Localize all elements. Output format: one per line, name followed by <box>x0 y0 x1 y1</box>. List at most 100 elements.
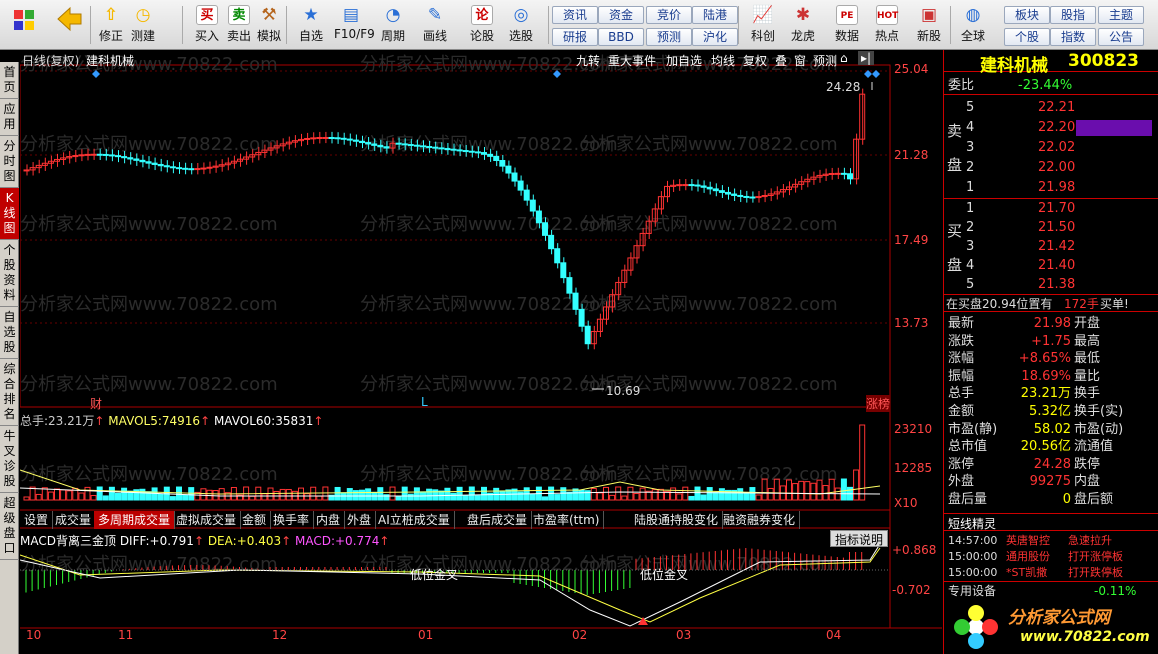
watermark-text: 分析家公式网www.70822.com <box>580 134 838 155</box>
left-tab-3[interactable]: K线图 <box>0 188 19 240</box>
chart-top-button-7[interactable]: 预测 <box>813 52 837 69</box>
bid-row[interactable]: 4 21.40 <box>944 257 1158 275</box>
hot-button[interactable]: HOT 热点 <box>870 4 904 46</box>
data-button[interactable]: PE 数据 <box>830 4 864 46</box>
toolbar-link-3[interactable]: 陆港 <box>692 6 738 24</box>
ask-row[interactable]: 4 22.20 <box>944 119 1158 137</box>
volume-bar <box>96 486 103 501</box>
chart-top-button-5[interactable]: 叠 <box>775 52 787 69</box>
indicator-tab-12[interactable]: 融资融券变化 <box>719 511 801 529</box>
volume-bar <box>609 494 616 501</box>
stat-row: 总手 23.21万 换手 <box>944 385 1158 403</box>
toolbar-link-1[interactable]: 资金 <box>598 6 644 24</box>
news-item[interactable]: 15:00:00 通用股份 打开涨停板 <box>944 549 1158 565</box>
chart-top-button-6[interactable]: 窗 <box>794 52 806 69</box>
left-tab-8[interactable]: 超级盘口 <box>0 493 19 560</box>
candle-body <box>377 144 384 148</box>
left-tab-7[interactable]: 牛叉诊股 <box>0 426 19 493</box>
marker-finance[interactable]: 财 <box>90 395 102 412</box>
news-time: 15:00:00 <box>948 566 998 579</box>
left-tab-4[interactable]: 个股资料 <box>0 240 19 307</box>
left-tab-5[interactable]: 自选股 <box>0 307 19 359</box>
toolbar-link2-0[interactable]: 板块 <box>1004 6 1050 24</box>
bid-row[interactable]: 1 21.70 <box>944 200 1158 218</box>
chart-top-button-4[interactable]: 复权 <box>743 52 767 69</box>
modify-button[interactable]: ⇧ 修正 <box>94 4 128 46</box>
indicator-tab-2[interactable]: 多周期成交量 <box>94 511 176 529</box>
period-button[interactable]: ◔ 周期 <box>376 4 410 46</box>
toolbar-link-5[interactable]: BBD <box>598 28 644 46</box>
newstock-button[interactable]: ▣ 新股 <box>912 4 946 46</box>
toolbar-link-0[interactable]: 资讯 <box>552 6 598 24</box>
dragon-button[interactable]: ✱ 龙虎 <box>786 4 820 46</box>
toolbar-link-4[interactable]: 研报 <box>552 28 598 46</box>
chart-canvas[interactable]: 分析家公式网www.70822.com 分析家公式网www.70822.com 分析… <box>20 50 942 654</box>
left-tab-2[interactable]: 分时图 <box>0 136 19 188</box>
bid-row[interactable]: 3 21.42 <box>944 238 1158 256</box>
stat-value: 23.21万 <box>1020 386 1071 402</box>
toolbar-link2-1[interactable]: 股指 <box>1050 6 1096 24</box>
indicator-tab-10[interactable]: 市盈率(ttm) <box>529 511 605 529</box>
sector-row[interactable]: 专用设备 -0.11% <box>944 581 1158 599</box>
indicator-tab-0[interactable]: 设置 <box>20 511 54 529</box>
toolbar-link-6[interactable]: 预测 <box>646 28 692 46</box>
chart-top-button-2[interactable]: 加自选 <box>666 52 702 69</box>
toolbar-link-7[interactable]: 沪化 <box>692 28 738 46</box>
toolbar-link2-5[interactable]: 公告 <box>1098 28 1144 46</box>
toolbar-link2-2[interactable]: 主题 <box>1098 6 1144 24</box>
indicator-tab-1[interactable]: 成交量 <box>51 511 97 529</box>
sell-button[interactable]: 卖卖出 <box>222 4 256 46</box>
toolbar-link2-4[interactable]: 指数 <box>1050 28 1096 46</box>
indicator-help-button[interactable]: 指标说明 <box>830 530 889 547</box>
indicator-tab-7[interactable]: 外盘 <box>343 511 377 529</box>
toolbar-link-2[interactable]: 竞价 <box>646 6 692 24</box>
pick-button[interactable]: ◎ 选股 <box>504 4 538 46</box>
volume-bar <box>316 495 323 501</box>
watchlist-button[interactable]: ★ 自选 <box>294 4 328 46</box>
left-tab-1[interactable]: 应用 <box>0 99 19 136</box>
chart-top-button-0[interactable]: 九转 <box>576 52 600 69</box>
f10-button[interactable]: ▤ F10/F9 <box>334 4 375 46</box>
ask-row[interactable]: 3 22.02 <box>944 139 1158 157</box>
ask-row[interactable]: 2 22.00 <box>944 159 1158 177</box>
marker-l[interactable]: L <box>421 395 428 409</box>
draw-button[interactable]: ✎ 画线 <box>418 4 452 46</box>
windows-logo-icon[interactable] <box>6 4 42 46</box>
bid-row[interactable]: 2 21.50 <box>944 219 1158 237</box>
global-button[interactable]: ◍ 全球 <box>956 4 990 46</box>
indicator-tab-9[interactable]: 盘后成交量 <box>463 511 533 529</box>
volume-tick-2: X10 <box>894 496 918 510</box>
buy-notice[interactable]: 在买盘20.94位置有 172手 买单! <box>944 294 1158 312</box>
news-item[interactable]: 14:57:00 英唐智控 急速拉升 <box>944 533 1158 549</box>
left-tab-6[interactable]: 综合排名 <box>0 359 19 426</box>
stat-value: 5.32亿 <box>1029 404 1071 419</box>
indicator-tab-3[interactable]: 虚拟成交量 <box>172 511 242 529</box>
expand-arrow-icon[interactable]: ▸| <box>858 51 875 65</box>
kechuang-button[interactable]: 📈 科创 <box>746 4 780 46</box>
test-button[interactable]: ◷ 测建 <box>126 4 160 46</box>
ask-row[interactable]: 1 21.98 <box>944 179 1158 197</box>
left-tab-0[interactable]: 首页 <box>0 62 19 99</box>
lock-icon[interactable]: ⌂ <box>840 51 848 65</box>
volume-bar <box>365 488 372 501</box>
indicator-tab-11[interactable]: 陆股通持股变化 <box>630 511 724 529</box>
discuss-button[interactable]: 论论股 <box>465 4 499 46</box>
marker-rank[interactable]: 涨榜 <box>866 395 891 412</box>
news-item[interactable]: 15:00:00 *ST凯撒 打开跌停板 <box>944 565 1158 581</box>
chart-top-button-1[interactable]: 重大事件 <box>608 52 656 69</box>
ask-row[interactable]: 5 22.21 <box>944 99 1158 117</box>
indicator-tab-8[interactable]: AI立桩成交量 <box>374 511 455 529</box>
target-icon: ◎ <box>513 5 529 25</box>
indicator-tab-5[interactable]: 换手率 <box>269 511 315 529</box>
back-arrow-icon[interactable] <box>52 4 86 46</box>
indicator-tab-6[interactable]: 内盘 <box>312 511 346 529</box>
volume-bar <box>505 489 512 501</box>
candle-body <box>151 162 158 165</box>
kline-chart[interactable]: 分析家公式网www.70822.com 分析家公式网www.70822.com 分析… <box>20 50 942 654</box>
buy-button[interactable]: 买买入 <box>190 4 224 46</box>
toolbar-link2-3[interactable]: 个股 <box>1004 28 1050 46</box>
bid-row[interactable]: 5 21.38 <box>944 276 1158 294</box>
indicator-tab-4[interactable]: 金额 <box>238 511 272 529</box>
simulate-button[interactable]: ⚒ 模拟 <box>252 4 286 46</box>
chart-top-button-3[interactable]: 均线 <box>711 52 735 69</box>
